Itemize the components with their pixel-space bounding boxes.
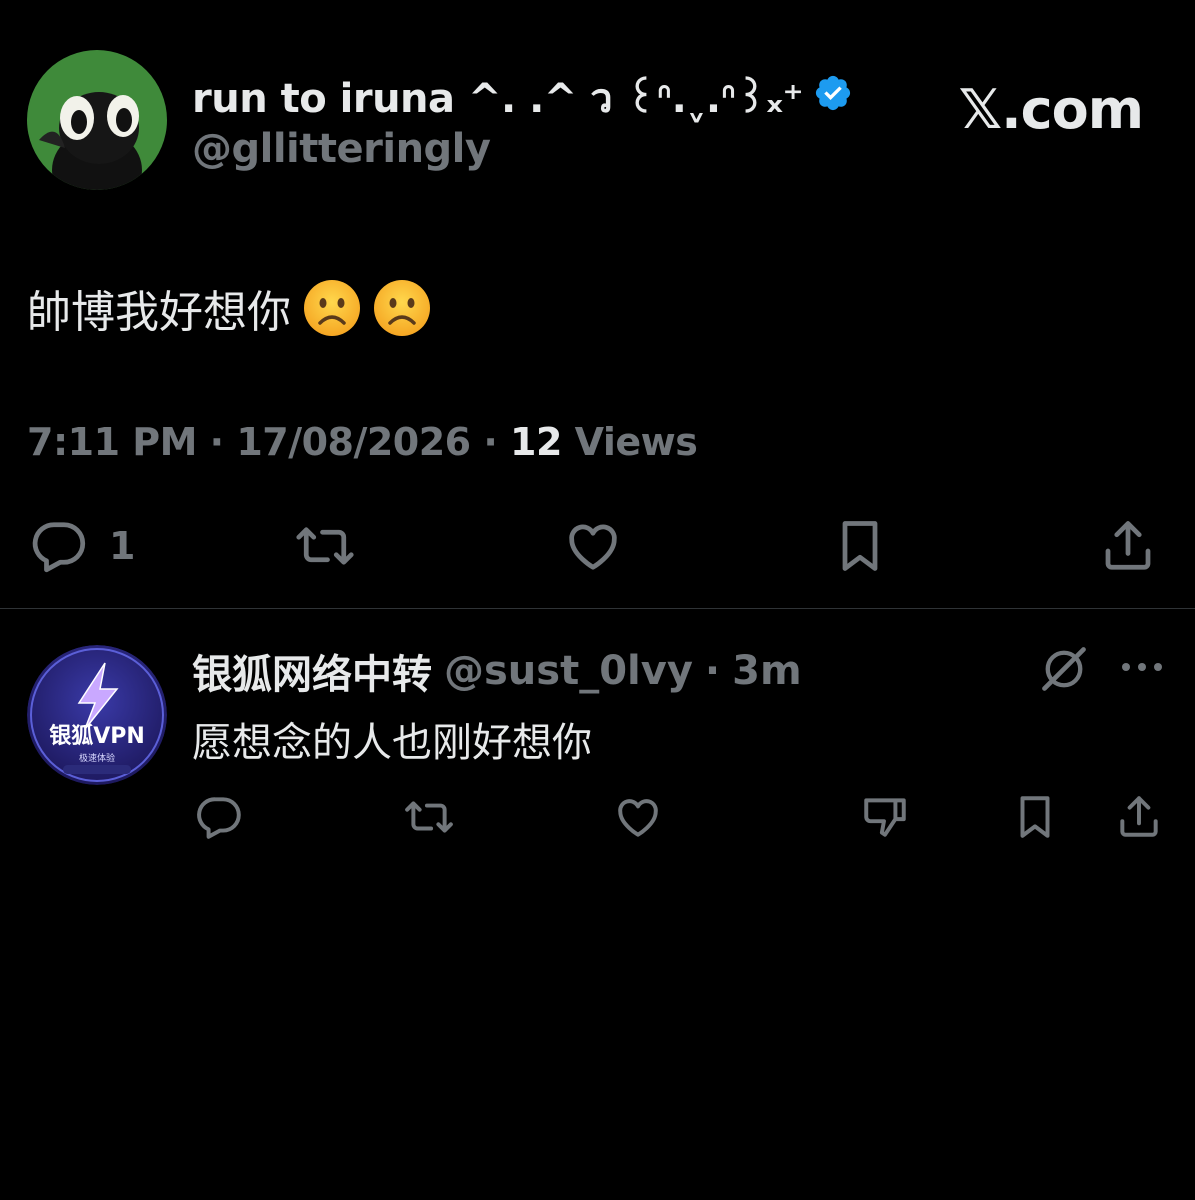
retweet-icon (405, 801, 453, 833)
share-icon (1120, 796, 1158, 837)
reply-text: 愿想念的人也刚好想你 (192, 720, 592, 766)
author-display-name-row[interactable]: run to iruna ^. .^ ว ꒰ᐢ.ˬ.ᐢ꒱ₓ⁺ (192, 66, 853, 130)
thread-divider (0, 608, 1195, 609)
reply-separator: · (704, 648, 721, 694)
verified-badge-icon (813, 73, 853, 123)
reply-count: 1 (109, 524, 136, 568)
reply-icon (32, 522, 86, 573)
reply-retweet-button[interactable] (400, 792, 458, 842)
tweet-time[interactable]: 7:11 PM (27, 420, 197, 464)
share-button[interactable] (1096, 516, 1160, 576)
bookmark-icon (1020, 796, 1050, 838)
retweet-icon (296, 527, 354, 565)
vpn-logo-text: 银狐VPN (49, 723, 145, 749)
reply-bookmark-button[interactable] (1010, 792, 1060, 842)
share-icon (1105, 521, 1151, 570)
tweet-text-row: 帥博我好想你 (27, 276, 431, 340)
grok-button[interactable] (1038, 643, 1090, 695)
reply-time[interactable]: 3m (732, 648, 802, 694)
author-avatar[interactable] (27, 50, 167, 190)
views-label: Views (574, 420, 698, 464)
retweet-button[interactable] (290, 516, 360, 576)
meta-separator: · (483, 420, 498, 464)
frowning-face-emoji-icon (373, 279, 431, 337)
reply-downvote-button[interactable] (858, 792, 912, 842)
views-count: 12 (510, 420, 562, 464)
tweet-date[interactable]: 17/08/2026 (236, 420, 471, 464)
reply-reply-button[interactable] (192, 792, 246, 842)
more-options-button[interactable] (1118, 643, 1166, 691)
reply-handle[interactable]: @sust_0lvy (444, 648, 693, 694)
x-com-logo: 𝕏.com (958, 78, 1144, 141)
vpn-logo-subtext: 极速体验 (79, 752, 115, 764)
tweet-text: 帥博我好想你 (27, 287, 291, 338)
more-dots-icon (1122, 663, 1162, 671)
reply-author-avatar[interactable]: 银狐VPN 极速体验 (27, 645, 167, 785)
reply-like-button[interactable] (610, 792, 666, 842)
heart-icon (569, 524, 617, 570)
meta-separator: · (209, 420, 224, 464)
reply-icon (197, 797, 241, 839)
thumbs-down-icon (864, 798, 906, 837)
grok-icon (1042, 647, 1086, 691)
reply-header: 银狐网络中转 @sust_0lvy · 3m (192, 642, 802, 700)
frowning-face-emoji-icon (303, 279, 361, 337)
bookmark-icon (842, 521, 878, 571)
heart-icon (618, 799, 658, 837)
reply-share-button[interactable] (1112, 792, 1166, 842)
like-button[interactable] (560, 516, 626, 576)
tweet-meta: 7:11 PM · 17/08/2026 · 12 Views (27, 420, 698, 464)
reply-button[interactable]: 1 (27, 516, 135, 576)
reply-display-name[interactable]: 银狐网络中转 (192, 642, 432, 700)
author-display-name[interactable]: run to iruna ^. .^ ว ꒰ᐢ.ˬ.ᐢ꒱ₓ⁺ (192, 66, 804, 130)
bookmark-button[interactable] (830, 516, 890, 576)
author-handle[interactable]: @gllitteringly (192, 126, 491, 172)
